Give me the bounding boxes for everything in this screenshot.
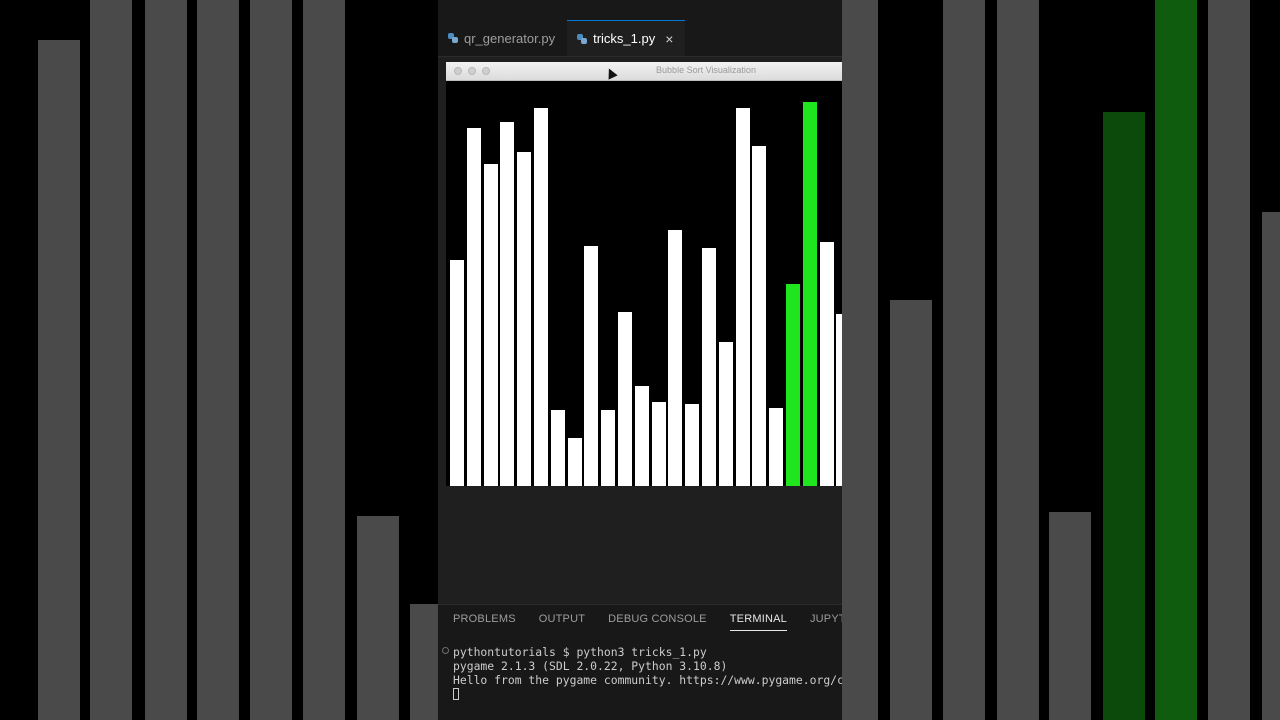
- bg-bar: [197, 0, 239, 720]
- bg-bar: [1208, 0, 1250, 720]
- tab-qr-generator[interactable]: qr_generator.py: [438, 20, 567, 56]
- tab-label: tricks_1.py: [593, 31, 656, 46]
- bg-bar: [250, 0, 292, 720]
- sort-bar: [668, 230, 683, 486]
- sort-bar: [466, 128, 481, 486]
- python-file-icon: [577, 33, 588, 44]
- window-controls: [454, 67, 490, 75]
- bg-bar: [1049, 512, 1091, 720]
- bg-bar: [943, 0, 985, 720]
- sort-bar: [550, 410, 565, 486]
- bg-bar: [1262, 212, 1280, 720]
- tab-label: qr_generator.py: [464, 30, 556, 46]
- bubble-sort-plot: [446, 80, 842, 486]
- zoom-window-button[interactable]: [482, 67, 490, 75]
- bottom-panel: PROBLEMS OUTPUT DEBUG CONSOLE TERMINAL J…: [438, 604, 842, 720]
- tab-jupyter[interactable]: JUPYTER: [810, 613, 842, 631]
- bg-bar: [38, 40, 80, 720]
- tab-tricks-1[interactable]: tricks_1.py ×: [567, 20, 686, 56]
- sort-bar: [567, 438, 582, 486]
- bg-bar: [145, 0, 187, 720]
- sort-bar: [534, 108, 548, 486]
- bg-bar: [1155, 0, 1197, 720]
- sort-bar: [483, 164, 498, 486]
- terminal-cursor: [453, 688, 459, 700]
- bg-bar: [410, 604, 438, 720]
- sort-bar: [500, 122, 515, 486]
- bg-bar: [842, 0, 878, 720]
- terminal-output[interactable]: pythontutorials $ python3 tricks_1.py py…: [453, 645, 842, 700]
- sort-bar: [802, 102, 817, 486]
- sort-bar: [517, 152, 532, 486]
- sort-bar: [702, 248, 716, 486]
- pygame-title-bar[interactable]: Bubble Sort Visualization: [446, 62, 842, 81]
- sort-bar: [836, 314, 842, 486]
- minimize-window-button[interactable]: [468, 67, 476, 75]
- sort-bar: [685, 404, 700, 486]
- sort-bar: [584, 246, 599, 486]
- terminal-line: pythontutorials $ python3 tricks_1.py: [453, 645, 707, 659]
- bg-bar: [303, 0, 345, 720]
- sort-bar: [752, 146, 767, 486]
- sort-bar: [786, 284, 800, 486]
- title-strip: [438, 0, 842, 20]
- sort-bar: [651, 402, 666, 486]
- sort-bar: [618, 312, 632, 486]
- command-status-icon: [442, 647, 449, 654]
- sort-bar: [769, 408, 784, 486]
- terminal-line: Hello from the pygame community. https:/…: [453, 673, 842, 687]
- tab-problems[interactable]: PROBLEMS: [453, 613, 516, 631]
- bg-bar: [997, 0, 1039, 720]
- close-icon[interactable]: ×: [665, 32, 673, 46]
- vscode-window: qr_generator.py tricks_1.py × Bubble Sor…: [438, 0, 842, 720]
- sort-bar: [601, 410, 616, 486]
- pygame-window: Bubble Sort Visualization: [446, 62, 842, 486]
- tab-output[interactable]: OUTPUT: [539, 613, 585, 631]
- sort-bar: [718, 342, 733, 486]
- sort-bar: [634, 386, 649, 486]
- python-file-icon: [448, 33, 458, 43]
- editor-tab-bar: qr_generator.py tricks_1.py ×: [438, 20, 842, 57]
- panel-tabs: PROBLEMS OUTPUT DEBUG CONSOLE TERMINAL J…: [453, 613, 842, 631]
- bg-bar: [890, 300, 932, 720]
- sort-bar: [819, 242, 834, 486]
- sort-bar: [450, 260, 464, 486]
- bg-bar: [357, 516, 399, 720]
- tab-terminal[interactable]: TERMINAL: [729, 613, 787, 631]
- bg-bar: [1103, 112, 1145, 720]
- tab-debug-console[interactable]: DEBUG CONSOLE: [608, 613, 707, 631]
- close-window-button[interactable]: [454, 67, 462, 75]
- terminal-line: pygame 2.1.3 (SDL 2.0.22, Python 3.10.8): [453, 659, 728, 673]
- sort-bar: [735, 108, 750, 486]
- bg-bar: [90, 0, 132, 720]
